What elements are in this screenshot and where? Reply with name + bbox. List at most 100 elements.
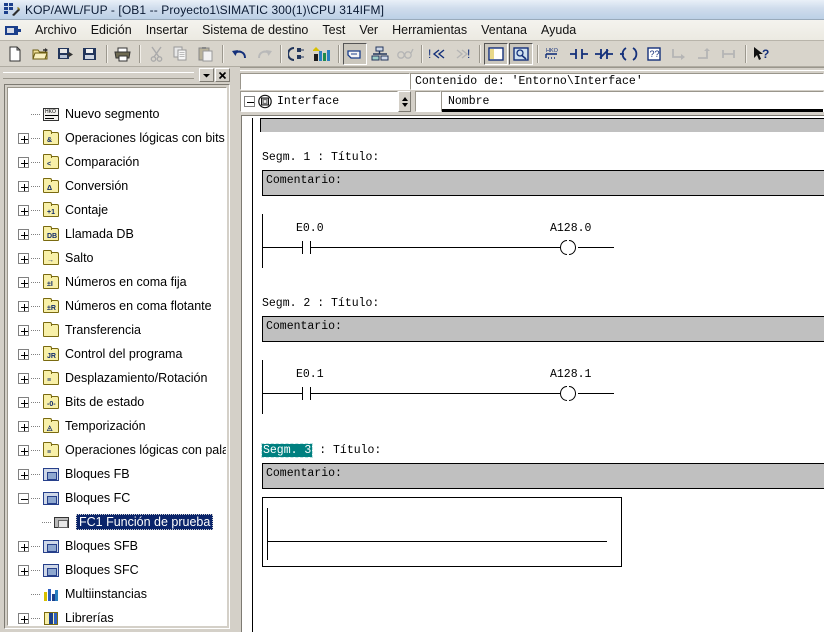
- tree-expander[interactable]: [18, 612, 29, 624]
- menu-item-ver[interactable]: Ver: [352, 21, 385, 39]
- save-icon[interactable]: [78, 43, 102, 65]
- tree-expander[interactable]: [18, 444, 29, 456]
- symbol-table-icon[interactable]: [368, 43, 392, 65]
- segment-2-rung[interactable]: E0.1 A128.1: [262, 360, 824, 414]
- spinner-down-icon[interactable]: [401, 102, 408, 107]
- panel-grip[interactable]: [3, 71, 194, 79]
- tree-item-fc1-funcion-de-prueba[interactable]: FC1 Función de prueba: [8, 510, 226, 534]
- tree-item-numeros-en-coma-flotante[interactable]: ±R Números en coma flotante: [8, 294, 226, 318]
- menu-item-test[interactable]: Test: [315, 21, 352, 39]
- chevron-down-icon[interactable]: [199, 68, 214, 82]
- tree-item-librerias[interactable]: Librerías: [8, 606, 226, 625]
- tree-expander[interactable]: [18, 228, 29, 240]
- overview-pane-icon[interactable]: [484, 42, 508, 65]
- coil-output[interactable]: [560, 240, 578, 255]
- tree-expander[interactable]: [18, 348, 29, 360]
- segment-3-comment[interactable]: Comentario:: [262, 463, 824, 489]
- redo-icon[interactable]: [252, 43, 276, 65]
- menu-item-ayuda[interactable]: Ayuda: [534, 21, 583, 39]
- tree-item-nuevo-segmento[interactable]: HKO Nuevo segmento: [8, 102, 226, 126]
- open-folder-icon[interactable]: [28, 43, 52, 65]
- menu-item-sistema-de-destino[interactable]: Sistema de destino: [195, 21, 315, 39]
- tree-item-llamada-db[interactable]: DB Llamada DB: [8, 222, 226, 246]
- segment-3-title[interactable]: Segm. 3 : Título:: [242, 443, 824, 459]
- segment-1-comment[interactable]: Comentario:: [262, 170, 824, 196]
- contact-no-icon[interactable]: [567, 43, 591, 65]
- segment-1-title[interactable]: Segm. 1 : Título:: [242, 150, 824, 166]
- segment-3-empty-rung-box[interactable]: [262, 497, 622, 567]
- tree-item-operaciones-logicas-con-bits[interactable]: & Operaciones lógicas con bits: [8, 126, 226, 150]
- tree-expander[interactable]: [18, 492, 29, 504]
- interface-column-index[interactable]: [415, 91, 441, 112]
- tree-expander[interactable]: [18, 276, 29, 288]
- menu-item-ventana[interactable]: Ventana: [474, 21, 534, 39]
- tree-expander[interactable]: [18, 372, 29, 384]
- tree-expander[interactable]: [18, 324, 29, 336]
- elements-tree[interactable]: HKO Nuevo segmento & Operaciones lógicas…: [7, 87, 227, 626]
- paste-icon[interactable]: [194, 43, 218, 65]
- menu-item-insertar[interactable]: Insertar: [139, 21, 195, 39]
- tree-expander[interactable]: [18, 300, 29, 312]
- branch-parallel-icon[interactable]: [717, 43, 741, 65]
- save-as-icon[interactable]: [53, 43, 77, 65]
- tree-item-bits-de-estado[interactable]: -0- Bits de estado: [8, 390, 226, 414]
- menu-item-archivo[interactable]: Archivo: [28, 21, 84, 39]
- zoom-pane-icon[interactable]: [509, 42, 533, 65]
- undo-icon[interactable]: [227, 43, 251, 65]
- tree-item-bloques-sfb[interactable]: Bloques SFB: [8, 534, 226, 558]
- tree-expander[interactable]: [18, 540, 29, 552]
- interface-column-nombre[interactable]: Nombre: [441, 91, 824, 112]
- contact-normally-open[interactable]: [302, 387, 311, 400]
- tree-expander[interactable]: [18, 204, 29, 216]
- tree-expander[interactable]: [18, 252, 29, 264]
- tree-item-multiinstancias[interactable]: Multiinstancias: [8, 582, 226, 606]
- tree-expander[interactable]: [18, 396, 29, 408]
- menu-item-edicion[interactable]: Edición: [84, 21, 139, 39]
- tree-item-bloques-fb[interactable]: Bloques FB: [8, 462, 226, 486]
- tree-item-comparacion[interactable]: < Comparación: [8, 150, 226, 174]
- error-first-icon[interactable]: !: [426, 43, 450, 65]
- download-plc-icon[interactable]: [285, 43, 309, 65]
- document-window-icon[interactable]: [4, 23, 22, 38]
- branch-close-icon[interactable]: [692, 43, 716, 65]
- tree-expander[interactable]: [18, 468, 29, 480]
- error-prev-icon[interactable]: !: [451, 43, 475, 65]
- print-icon[interactable]: [111, 43, 135, 65]
- tree-item-salto[interactable]: → Salto: [8, 246, 226, 270]
- new-network-icon[interactable]: HKO: [542, 43, 566, 65]
- tree-expander[interactable]: [244, 96, 255, 107]
- tree-item-bloques-fc[interactable]: Bloques FC: [8, 486, 226, 510]
- tree-item-bloques-sfc[interactable]: Bloques SFC: [8, 558, 226, 582]
- segment-2-comment[interactable]: Comentario:: [262, 316, 824, 342]
- contact-nc-icon[interactable]: [592, 43, 616, 65]
- interface-tree-node[interactable]: Interface: [240, 91, 398, 112]
- tree-expander[interactable]: [18, 564, 29, 576]
- segment-1-rung[interactable]: E0.0 A128.0: [262, 214, 824, 268]
- tree-item-control-del-programa[interactable]: JR Control del programa: [8, 342, 226, 366]
- monitor-block-icon[interactable]: [310, 43, 334, 65]
- segment-3-title-prefix-selected[interactable]: Segm. 3: [260, 443, 314, 458]
- segment-2-title[interactable]: Segm. 2 : Título:: [242, 296, 824, 312]
- contact-normally-open[interactable]: [302, 241, 311, 254]
- help-pointer-icon[interactable]: ?: [750, 43, 774, 65]
- cut-icon[interactable]: [144, 43, 168, 65]
- tree-item-operaciones-logicas-con-palabra[interactable]: ≡ Operaciones lógicas con palabra: [8, 438, 226, 462]
- tree-item-desplazamiento-rotacion[interactable]: ≡ Desplazamiento/Rotación: [8, 366, 226, 390]
- tree-expander[interactable]: [18, 132, 29, 144]
- tree-item-numeros-en-coma-fija[interactable]: ±I Números en coma fija: [8, 270, 226, 294]
- tree-expander[interactable]: [18, 180, 29, 192]
- contact-address-label[interactable]: E0.1: [296, 368, 324, 381]
- coil-output[interactable]: [560, 386, 578, 401]
- new-file-icon[interactable]: [3, 43, 27, 65]
- coil-address-label[interactable]: A128.1: [550, 368, 591, 381]
- branch-open-icon[interactable]: [667, 43, 691, 65]
- tree-item-transferencia[interactable]: Transferencia: [8, 318, 226, 342]
- tree-expander[interactable]: [18, 420, 29, 432]
- ladder-canvas[interactable]: Segm. 1 : Título: Comentario: E0.0 A128.…: [241, 115, 824, 632]
- coil-icon[interactable]: [617, 43, 641, 65]
- spinner-up-icon[interactable]: [401, 96, 408, 101]
- tree-expander[interactable]: [18, 156, 29, 168]
- tree-item-temporizacion[interactable]: ◬ Temporización: [8, 414, 226, 438]
- tree-item-conversion[interactable]: Δ Conversión: [8, 174, 226, 198]
- copy-icon[interactable]: [169, 43, 193, 65]
